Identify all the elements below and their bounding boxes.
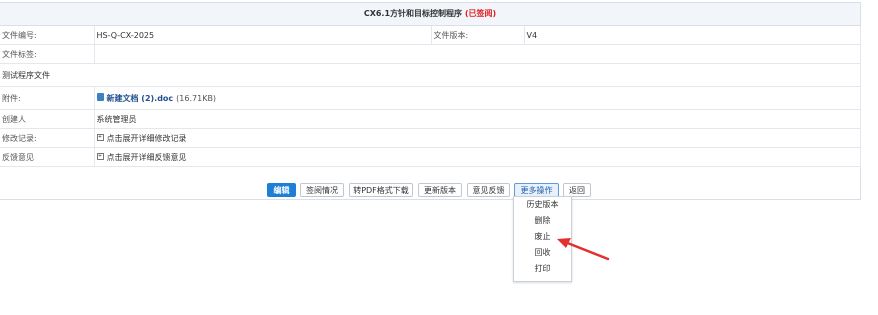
red-annotation-arrow-icon <box>557 238 610 261</box>
